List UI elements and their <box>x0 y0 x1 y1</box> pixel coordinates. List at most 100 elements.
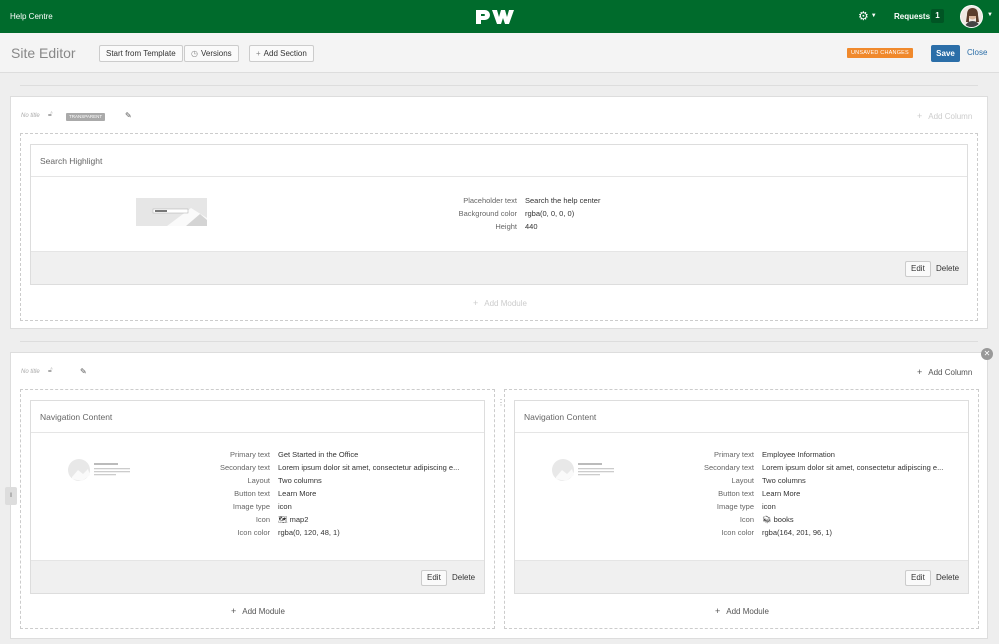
property-value: 📚︎ books <box>762 515 794 524</box>
delete-link[interactable]: Delete <box>936 573 959 582</box>
property-value: Two columns <box>278 476 322 485</box>
versions-button[interactable]: ◷ Versions <box>184 45 239 62</box>
module-navigation-content[interactable]: Navigation Content Primary text Employee… <box>514 400 969 594</box>
start-from-template-button[interactable]: Start from Template <box>99 45 183 62</box>
pencil-edit-icon[interactable]: ✎ <box>125 111 132 120</box>
module-title: Search Highlight <box>40 156 103 166</box>
remove-section-close-icon[interactable]: ✕ <box>981 348 993 360</box>
add-module-label: Add Module <box>726 607 769 616</box>
delete-link[interactable]: Delete <box>936 264 959 273</box>
transparent-tag: TRANSPARENT <box>66 113 106 121</box>
property-label: Icon <box>255 515 270 524</box>
requests-count-badge: 1 <box>931 9 944 23</box>
property-value: Two columns <box>762 476 806 485</box>
save-button[interactable]: Save <box>931 45 960 62</box>
add-module-label: Add Module <box>242 607 285 616</box>
property-label: Icon <box>739 515 754 524</box>
user-avatar[interactable] <box>960 5 983 28</box>
column-right: Navigation Content Primary text Employee… <box>504 389 979 629</box>
editor-toolbar: Site Editor Start from Template ◷ Version… <box>0 33 999 73</box>
close-link[interactable]: Close <box>967 48 987 57</box>
plus-icon: + <box>256 49 261 58</box>
property-value: Lorem ipsum dolor sit amet, consectetur … <box>762 463 944 472</box>
plus-icon: + <box>917 367 923 377</box>
add-module-button[interactable]: + Add Module <box>715 606 769 616</box>
property-label: Height <box>495 222 517 231</box>
property-label: Layout <box>731 476 754 485</box>
versions-label: Versions <box>200 49 232 58</box>
add-module-button[interactable]: + Add Module <box>231 606 285 616</box>
divider <box>20 341 978 342</box>
property-value: 🗺︎ map2 <box>278 515 308 524</box>
property-label: Image type <box>716 502 754 511</box>
add-column-button[interactable]: + Add Column <box>917 367 972 377</box>
property-value: Employee Information <box>762 450 835 459</box>
section-navigation[interactable]: No title 🔓︎ ✎ + Add Column Navigation Con… <box>10 352 988 639</box>
user-menu-caret-icon[interactable]: ▼ <box>987 12 993 18</box>
property-label: Secondary text <box>219 463 270 472</box>
property-value: Search the help center <box>525 196 601 205</box>
pw-logo[interactable] <box>474 8 524 25</box>
icon-name: map2 <box>289 515 309 524</box>
property-label: Icon color <box>721 528 754 537</box>
property-value: Learn More <box>278 489 317 498</box>
icon-name: books <box>773 515 794 524</box>
plus-icon: + <box>473 298 479 308</box>
pencil-edit-icon[interactable]: ✎ <box>80 367 87 376</box>
brand-link[interactable]: Help Centre <box>10 12 53 21</box>
edit-button[interactable]: Edit <box>905 261 931 277</box>
divider <box>31 176 967 177</box>
edit-button[interactable]: Edit <box>905 570 931 586</box>
property-label: Primary text <box>713 450 754 459</box>
section-title-placeholder[interactable]: No title <box>21 369 40 375</box>
page-title: Site Editor <box>11 45 76 61</box>
property-label: Placeholder text <box>463 196 517 205</box>
add-module-button[interactable]: + Add Module <box>473 298 527 308</box>
add-section-button[interactable]: + Add Section <box>249 45 314 62</box>
column-resize-handle-icon[interactable]: ⋮ <box>497 399 505 413</box>
property-label: Secondary text <box>703 463 754 472</box>
settings-gear-icon[interactable]: ⚙ ▼ <box>858 10 880 23</box>
plus-icon: + <box>917 111 923 121</box>
module-properties: Primary text Employee Information Second… <box>515 450 970 545</box>
lock-icon[interactable]: 🔓︎ <box>48 367 56 374</box>
module-navigation-content[interactable]: Navigation Content Primary text Get Star… <box>30 400 485 594</box>
module-title: Navigation Content <box>524 412 597 422</box>
property-value: 440 <box>525 222 538 231</box>
edit-button[interactable]: Edit <box>421 570 447 586</box>
map-icon: 🗺︎ <box>278 515 288 524</box>
property-value: rgba(164, 201, 96, 1) <box>762 528 833 537</box>
requests-link[interactable]: Requests <box>894 12 930 21</box>
column-left: Navigation Content Primary text Get Star… <box>20 389 495 629</box>
property-value: icon <box>762 502 776 511</box>
property-value: Lorem ipsum dolor sit amet, consectetur … <box>278 463 460 472</box>
module-footer: Edit Delete <box>31 560 484 593</box>
divider <box>31 432 484 433</box>
module-footer: Edit Delete <box>515 560 968 593</box>
module-footer: Edit Delete <box>31 251 967 284</box>
property-label: Button text <box>718 489 754 498</box>
column: Search Highlight Placeholder text Search… <box>20 133 978 321</box>
delete-link[interactable]: Delete <box>452 573 475 582</box>
property-value: icon <box>278 502 292 511</box>
books-icon: 📚︎ <box>762 515 772 524</box>
unsaved-changes-badge: UNSAVED CHANGES <box>847 48 913 58</box>
add-column-label: Add Column <box>928 112 973 121</box>
lock-icon[interactable]: 🔓︎ <box>48 111 56 118</box>
add-section-label: Add Section <box>263 49 307 58</box>
divider <box>515 432 968 433</box>
property-label: Button text <box>234 489 270 498</box>
module-properties: Placeholder text Search the help center … <box>31 196 969 236</box>
add-column-button[interactable]: + Add Column <box>917 111 972 121</box>
clock-icon: ◷ <box>191 49 198 58</box>
property-label: Image type <box>232 502 270 511</box>
plus-icon: + <box>715 606 721 616</box>
section-search[interactable]: No title 🔓︎ TRANSPARENT ✎ + Add Column Se… <box>10 96 988 329</box>
property-value: Learn More <box>762 489 801 498</box>
section-title-placeholder[interactable]: No title <box>21 113 40 119</box>
property-label: Primary text <box>229 450 270 459</box>
plus-icon: + <box>231 606 237 616</box>
divider <box>20 85 978 86</box>
module-search-highlight[interactable]: Search Highlight Placeholder text Search… <box>30 144 968 285</box>
side-panel-toggle-icon[interactable]: ‖ <box>5 487 17 505</box>
